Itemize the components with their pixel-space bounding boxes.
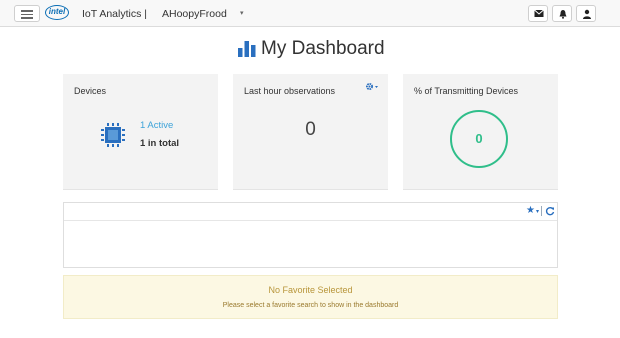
favorites-panel-header: ★ ▾ (64, 203, 557, 221)
active-devices-link[interactable]: 1 Active (140, 120, 173, 131)
gear-icon[interactable] (365, 82, 379, 92)
menu-icon (21, 10, 33, 12)
observations-card: Last hour observations 0 (233, 74, 388, 190)
no-favorite-notice: No Favorite Selected Please select a fav… (63, 275, 558, 319)
notice-body: Please select a favorite search to show … (222, 302, 399, 309)
intel-logo[interactable]: intel (45, 5, 69, 20)
chip-icon (101, 123, 125, 147)
star-icon[interactable]: ★ (526, 205, 535, 216)
transmitting-percent-gauge: 0 (450, 110, 508, 168)
devices-card: Devices 1 Active 1 in total (63, 74, 218, 190)
top-navbar: intel IoT Analytics | AHoopyFrood ▾ (0, 0, 620, 27)
menu-icon-bar (21, 17, 33, 19)
mail-button[interactable] (528, 5, 548, 22)
page-title: My Dashboard (238, 37, 385, 61)
user-button[interactable] (576, 5, 596, 22)
total-devices-text: 1 in total (140, 138, 180, 149)
bell-icon (559, 10, 567, 19)
bar-chart-icon (238, 41, 256, 57)
refresh-icon[interactable] (545, 206, 555, 216)
account-selector[interactable]: AHoopyFrood (162, 8, 227, 20)
notice-title: No Favorite Selected (268, 285, 353, 295)
menu-toggle-button[interactable] (14, 5, 40, 22)
observations-card-title: Last hour observations (244, 86, 336, 96)
favorites-panel: ★ ▾ (63, 202, 558, 268)
divider (541, 206, 542, 216)
chevron-down-icon[interactable]: ▾ (536, 208, 539, 215)
devices-card-title: Devices (74, 86, 107, 96)
page-title-text: My Dashboard (261, 38, 385, 59)
menu-icon-bar (21, 13, 33, 15)
user-icon (583, 9, 591, 19)
transmitting-card-title: % of Transmitting Devices (414, 86, 519, 96)
notifications-button[interactable] (552, 5, 572, 22)
mail-icon (534, 9, 544, 17)
app-title: IoT Analytics | (82, 8, 147, 20)
observations-value: 0 (305, 119, 316, 140)
transmitting-card: % of Transmitting Devices 0 (403, 74, 558, 190)
chevron-down-icon[interactable]: ▾ (240, 9, 244, 17)
